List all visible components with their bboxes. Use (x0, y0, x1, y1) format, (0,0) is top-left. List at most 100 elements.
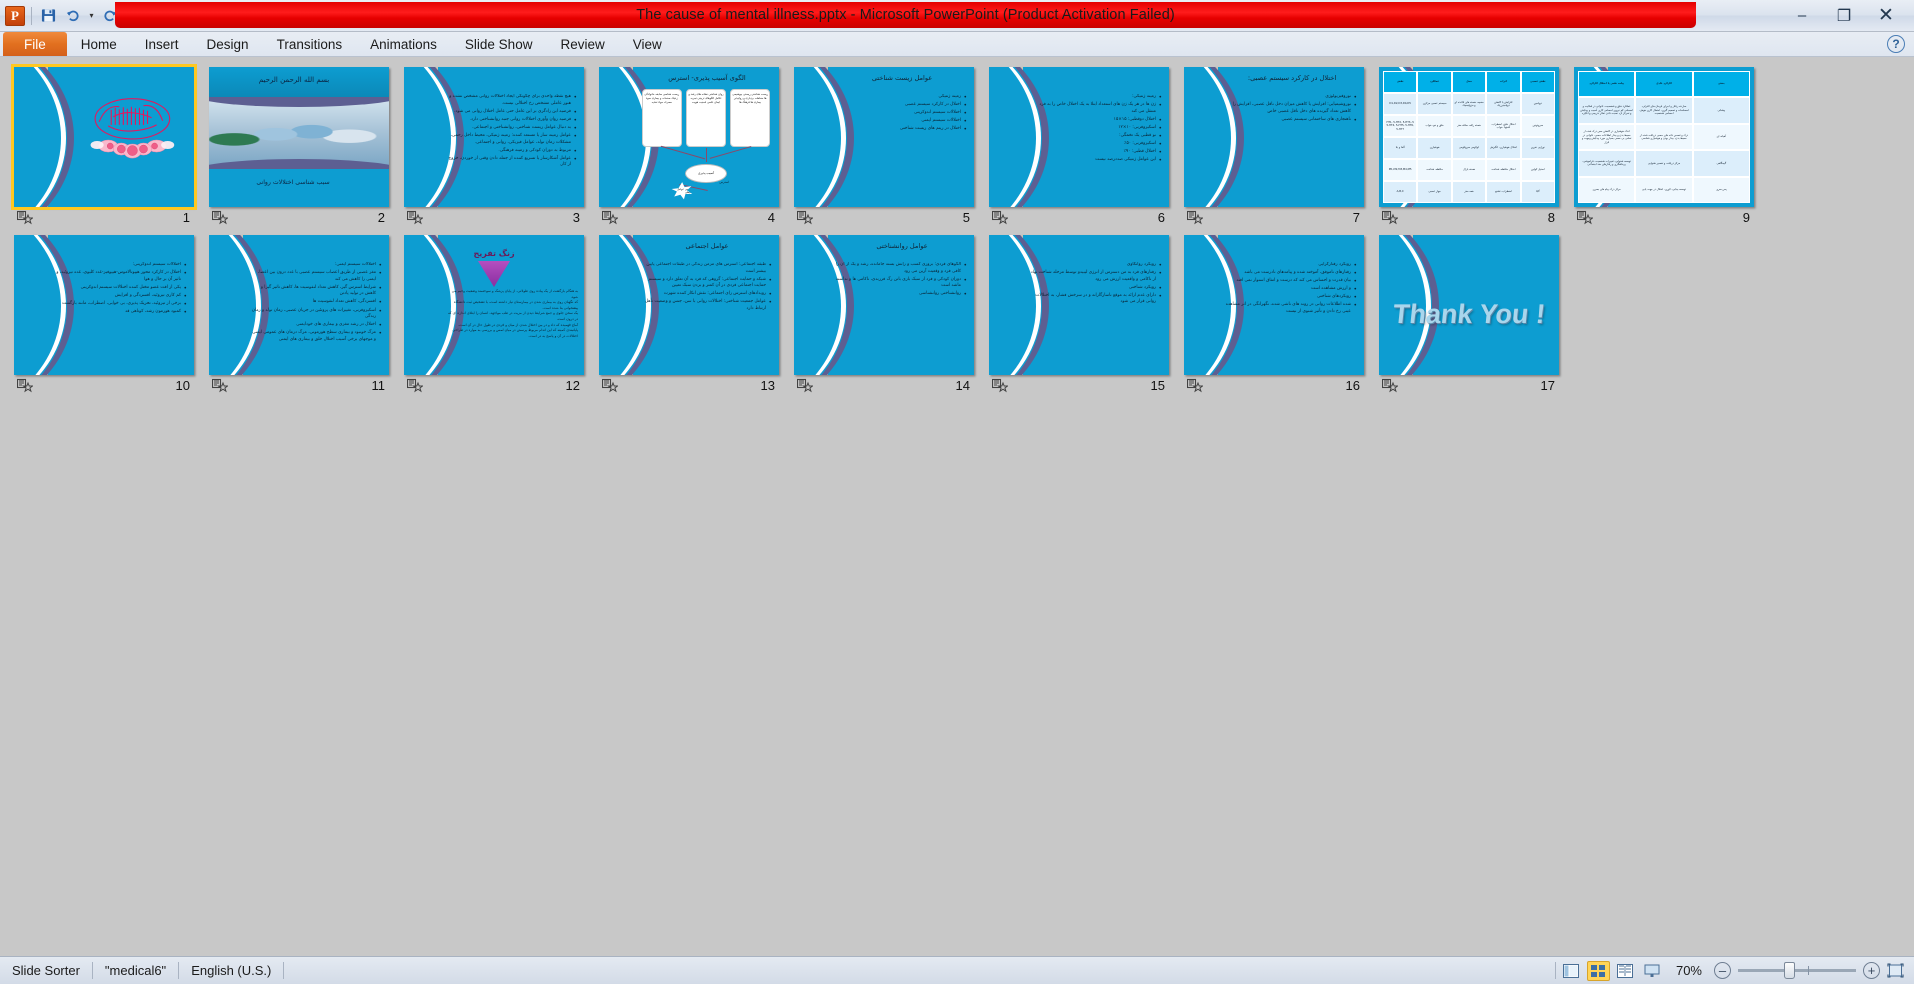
tab-view[interactable]: View (619, 32, 676, 56)
help-icon[interactable]: ? (1887, 35, 1905, 53)
slide-thumbnail[interactable]: نقش عصبی اثرات محل عملکرد نقش دوپامین افزایش ی… (1379, 67, 1559, 207)
slide-thumbnail-cell[interactable]: بسم الله الرحمن الرحیم سبب شناسی اختلالات… (209, 67, 404, 227)
tab-transitions[interactable]: Transitions (263, 32, 357, 56)
transition-star-icon[interactable] (406, 378, 424, 393)
status-theme-name[interactable]: "medical6" (93, 961, 178, 981)
tab-file[interactable]: File (3, 32, 67, 56)
undo-dropdown-icon[interactable]: ▾ (86, 5, 97, 26)
tab-design[interactable]: Design (193, 32, 263, 56)
slide-thumbnail-cell[interactable]: زنگ تفریح به هنگام بازگشت از یک پیاده روی… (404, 235, 599, 395)
zoom-slider-thumb[interactable] (1784, 962, 1795, 979)
slide-thumbnail[interactable]: اختلالات سیستم ایمنی:مغز عصبی از طریق اع… (209, 235, 389, 375)
slide-bullet: اختلال در ریتم های زیست شناختی (834, 125, 968, 134)
slide-thumbnail[interactable]: اختلالات سیستم اندوکرینی:اختلال در کارکر… (14, 235, 194, 375)
transition-star-icon[interactable] (16, 210, 34, 225)
minimize-button[interactable]: – (1782, 3, 1822, 29)
undo-icon[interactable] (62, 5, 83, 26)
slide-thumbnail-cell[interactable]: اختلال در کارکرد سیستم عصبی: نوروفیزیولوژ… (1184, 67, 1379, 227)
slide-canvas: اختلالات سیستم ایمنی:مغز عصبی از طریق اع… (209, 235, 389, 375)
save-icon[interactable] (38, 5, 59, 26)
slide-thumbnail-cell[interactable]: الگوی آسیب پذیری- استرس زیست شناسی سابقه … (599, 67, 794, 227)
slide-show-view-button[interactable] (1641, 961, 1664, 981)
slide-grid[interactable]: 1 بسم الله الرحمن الرحیم سبب شناسی اختلالا… (0, 64, 1914, 403)
transition-star-icon[interactable] (991, 210, 1009, 225)
slide-thumbnail-cell[interactable]: عوامل اجتماعی طبقه اجتماعی: استرس های مزم… (599, 235, 794, 395)
slide-thumbnail[interactable]: عوامل روانشناختی الگوهای فردی: بروزی کسب … (794, 235, 974, 375)
transition-star-icon[interactable] (991, 378, 1009, 393)
table-cell: گابا (1520, 181, 1555, 203)
slide-body: الگوهای فردی: بروزی کسب و رانش بسته جاما… (834, 262, 968, 363)
normal-view-button[interactable] (1560, 961, 1583, 981)
slide-sorter-view-button[interactable] (1586, 960, 1610, 981)
tab-animations[interactable]: Animations (356, 32, 451, 56)
table-cell: توسعه بینایی، کوری، اختلال در جهت یابی (1635, 176, 1693, 204)
slide-sorter-workspace[interactable]: 1 بسم الله الرحمن الرحیم سبب شناسی اختلالا… (0, 57, 1914, 956)
slide-thumbnail-cell[interactable]: رویکرد روانکاویرفتارهای فرد به من دسترس … (989, 235, 1184, 395)
table-cell: توسعه شنوایی، تغییرات شخصیت، فراموشی، پر… (1578, 150, 1636, 177)
bismillah-calligraphy-art (82, 87, 183, 174)
slide-thumbnail[interactable]: بسم الله الرحمن الرحیم سبب شناسی اختلالات… (209, 67, 389, 207)
table-cell: همه مغز (1451, 181, 1487, 203)
slide-thumbnail[interactable]: رویکرد رفتارگراییرفتارهای ناموفق، آموخته… (1184, 235, 1364, 375)
reading-view-button[interactable] (1614, 961, 1637, 981)
zoom-slider-track[interactable] (1738, 962, 1856, 979)
slide-bullet: اختلال قطبی: ۹۰٪ (1029, 148, 1163, 157)
slide-thumbnail-cell[interactable]: اختلالات سیستم ایمنی:مغز عصبی از طریق اع… (209, 235, 404, 395)
transition-star-icon[interactable] (601, 378, 619, 393)
slide-thumbnail[interactable]: بخش کارکرد عادی پیامد نقص یا اختلال کارکرد… (1574, 67, 1754, 207)
slide-canvas: عوامل زیست شناختی زمینه ژنتیکیاختلال در ک… (794, 67, 974, 207)
close-button[interactable]: ✕ (1866, 3, 1906, 29)
slide-thumbnail-cell[interactable]: 1 (11, 64, 209, 227)
slide-thumbnail-cell[interactable]: هیچ نقطه واحدی برای چگونگی ایجاد اختلالا… (404, 67, 599, 227)
transition-star-icon[interactable] (211, 210, 229, 225)
slide-number: 12 (565, 377, 580, 393)
restore-button[interactable]: ❐ (1824, 3, 1864, 29)
slide-thumbnail-cell[interactable]: Thank You ! 17 (1379, 235, 1574, 395)
slide-thumbnail-cell[interactable]: رویکرد رفتارگراییرفتارهای ناموفق، آموخته… (1184, 235, 1379, 395)
slide-body: هیچ نقطه واحدی برای چگونگی ایجاد اختلالا… (444, 94, 578, 195)
fit-slide-to-window-button[interactable] (1884, 961, 1906, 981)
tab-insert[interactable]: Insert (131, 32, 193, 56)
slide-meta-row: 4 (599, 207, 779, 227)
slide-thumbnail-cell[interactable]: عوامل زیست شناختی زمینه ژنتیکیاختلال در ک… (794, 67, 989, 227)
zoom-out-button[interactable]: – (1714, 962, 1731, 979)
slide-thumbnail[interactable]: عوامل اجتماعی طبقه اجتماعی: استرس های مزم… (599, 235, 779, 375)
slide-thumbnail[interactable]: Thank You ! (1379, 235, 1559, 375)
zoom-slider[interactable]: – + (1714, 962, 1880, 979)
slide-thumbnail[interactable]: رویکرد روانکاویرفتارهای فرد به من دسترس … (989, 235, 1169, 375)
slide-thumbnail[interactable]: زمینه ژنتیکی:ژن ها در هر یک ژن های استعد… (989, 67, 1169, 207)
slide-thumbnail-cell[interactable]: عوامل روانشناختی الگوهای فردی: بروزی کسب … (794, 235, 989, 395)
slide-thumbnail[interactable]: عوامل زیست شناختی زمینه ژنتیکیاختلال در ک… (794, 67, 974, 207)
transition-star-icon[interactable] (1381, 210, 1399, 225)
zoom-in-button[interactable]: + (1863, 962, 1880, 979)
slide-thumbnail[interactable] (11, 64, 197, 210)
slide-bullet: زمینه ژنتیکی: (1029, 94, 1163, 102)
transition-star-icon[interactable] (1186, 378, 1204, 393)
tab-home[interactable]: Home (67, 32, 131, 56)
slide-thumbnail-cell[interactable]: نقش عصبی اثرات محل عملکرد نقش دوپامین افزایش ی… (1379, 67, 1574, 227)
tab-slide-show[interactable]: Slide Show (451, 32, 547, 56)
slide-thumbnail[interactable]: الگوی آسیب پذیری- استرس زیست شناسی سابقه … (599, 67, 779, 207)
slide-thumbnail[interactable]: زنگ تفریح به هنگام بازگشت از یک پیاده روی… (404, 235, 584, 375)
transition-star-icon[interactable] (1186, 210, 1204, 225)
transition-star-icon[interactable] (1381, 378, 1399, 393)
transition-star-icon[interactable] (211, 378, 229, 393)
transition-star-icon[interactable] (796, 378, 814, 393)
slide-thumbnail-cell[interactable]: بخش کارکرد عادی پیامد نقص یا اختلال کارکرد… (1574, 67, 1769, 227)
slide-bullet: اسکیزوفرنی: ۵۰٪ (1029, 140, 1163, 149)
tab-review[interactable]: Review (546, 32, 618, 56)
transition-star-icon[interactable] (601, 210, 619, 225)
window-controls[interactable]: – ❐ ✕ (1782, 0, 1906, 31)
transition-star-icon[interactable] (406, 210, 424, 225)
powerpoint-logo-icon[interactable]: P (5, 5, 25, 26)
transition-star-icon[interactable] (1576, 210, 1594, 225)
slide-bullet: برخی از تیروئید، تحریک پذیری، بی خوابی، … (54, 300, 188, 309)
transition-star-icon[interactable] (16, 378, 34, 393)
slide-thumbnail-cell[interactable]: اختلالات سیستم اندوکرینی:اختلال در کارکر… (14, 235, 209, 395)
slide-thumbnail[interactable]: هیچ نقطه واحدی برای چگونگی ایجاد اختلالا… (404, 67, 584, 207)
slide-thumbnail[interactable]: اختلال در کارکرد سیستم عصبی: نوروفیزیولوژ… (1184, 67, 1364, 207)
transition-star-icon[interactable] (796, 210, 814, 225)
slide-thumbnail-cell[interactable]: زمینه ژنتیکی:ژن ها در هر یک ژن های استعد… (989, 67, 1184, 227)
status-language[interactable]: English (U.S.) (179, 961, 283, 981)
ribbon-tab-bar[interactable]: File Home Insert Design Transitions Anim… (0, 32, 1914, 57)
